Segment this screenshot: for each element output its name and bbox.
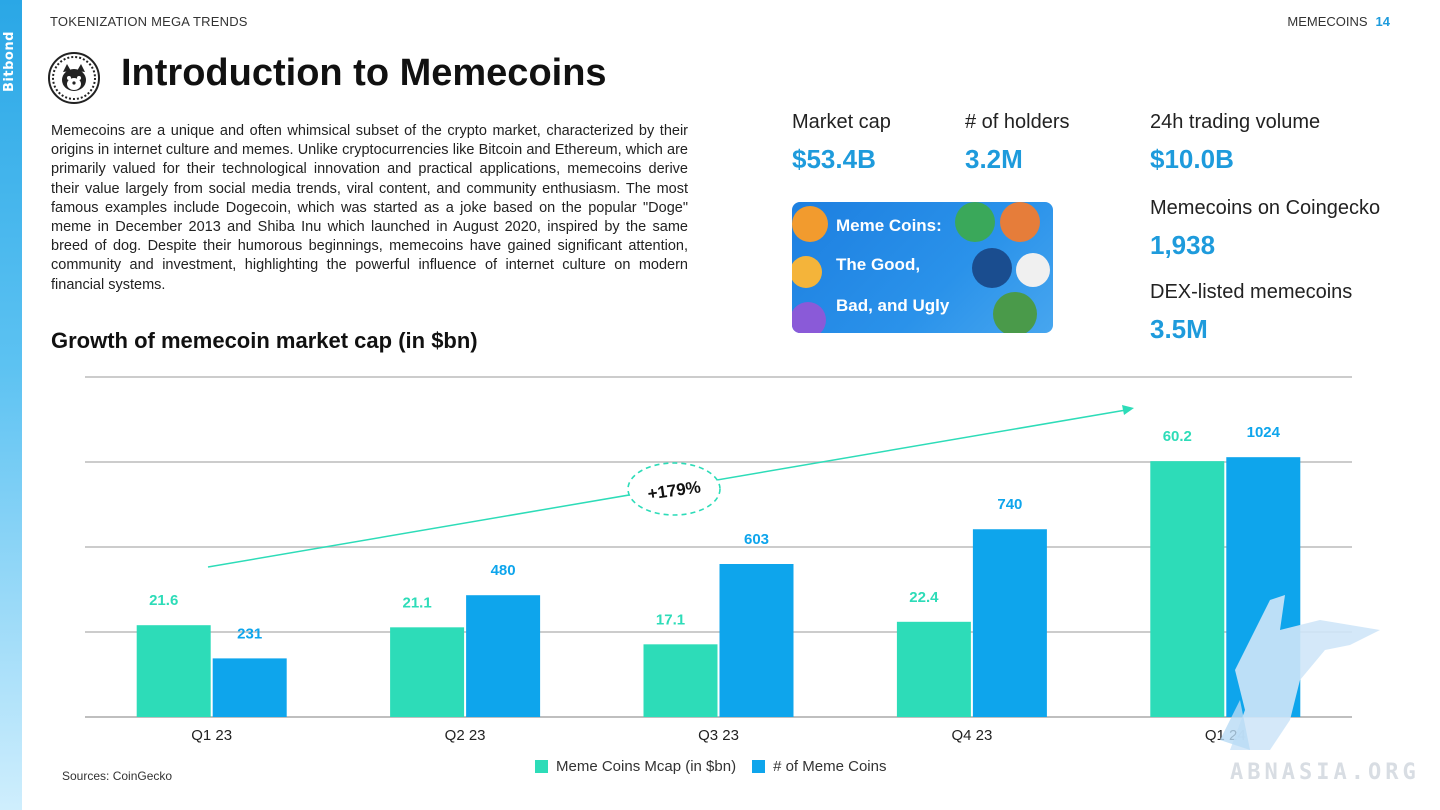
meme-coins-banner-image: Meme Coins: The Good, Bad, and Ugly [792, 202, 1053, 333]
legend-item-count: # of Meme Coins [752, 758, 886, 775]
stat-label: DEX-listed memecoins [1150, 281, 1353, 303]
page-header-right: MEMECOINS 14 [1287, 14, 1390, 29]
x-tick-label: Q2 23 [445, 727, 486, 744]
stat-label: # of holders [965, 111, 1070, 133]
trend-arrowhead [1122, 405, 1134, 415]
stat-trading-volume: 24h trading volume $10.0B [1150, 111, 1320, 175]
data-label-mcap: 22.4 [909, 589, 939, 606]
legend-label: # of Meme Coins [773, 758, 887, 775]
data-label-mcap: 21.6 [149, 592, 178, 609]
stat-label: 24h trading volume [1150, 111, 1321, 133]
data-label-mcap: 60.2 [1163, 428, 1192, 445]
bar-count [212, 658, 287, 717]
stat-value: 3.5M [1150, 314, 1208, 344]
intro-paragraph: Memecoins are a unique and often whimsic… [51, 123, 688, 293]
data-label-count: 231 [237, 625, 262, 642]
page-number: 14 [1375, 14, 1390, 29]
legend-swatch [535, 760, 548, 773]
stat-label: Memecoins on Coingecko [1150, 197, 1381, 219]
memecoin-growth-chart: 21.6 231 Q1 23 21.1 480 Q2 23 17.1 603 Q3 23 22.4… [85, 376, 1352, 744]
chart-legend: Meme Coins Mcap (in $bn) # of Meme Coins [535, 758, 886, 775]
stat-value: 3.2M [965, 144, 1023, 174]
stat-value: $10.0B [1150, 144, 1234, 174]
stat-coingecko: Memecoins on Coingecko 1,938 [1150, 197, 1380, 261]
stat-value: 1,938 [1150, 230, 1216, 260]
wolf-watermark-icon [1220, 595, 1380, 750]
sources-note: Sources: CoinGecko [62, 769, 173, 783]
chart-title: Growth of memecoin market cap (in $bn) [51, 328, 478, 353]
stat-value: $53.4B [792, 144, 876, 174]
shiba-coin-icon [48, 52, 100, 104]
stat-holders: # of holders 3.2M [965, 111, 1070, 175]
bar-mcap [896, 621, 971, 717]
data-label-mcap: 17.1 [656, 611, 685, 628]
stat-label: Market cap [792, 111, 891, 133]
data-label-count: 1024 [1247, 424, 1281, 441]
stat-market-cap: Market cap $53.4B [792, 111, 891, 175]
bar-mcap [136, 625, 211, 717]
data-label-count: 603 [744, 531, 769, 548]
bar-count [972, 529, 1047, 717]
banner-line-1: Meme Coins: [836, 216, 942, 235]
left-brand-stripe: Bitbond [0, 0, 22, 810]
stat-dex-listed: DEX-listed memecoins 3.5M [1150, 281, 1352, 345]
data-label-count: 740 [997, 496, 1022, 513]
watermark-text: ABNASIA.ORG [1230, 760, 1420, 785]
bar-mcap [390, 627, 465, 717]
bar-mcap [643, 644, 718, 717]
x-tick-label: Q1 23 [191, 727, 232, 744]
data-label-count: 480 [491, 562, 516, 579]
bar-count [719, 564, 794, 717]
banner-line-2: The Good, [836, 255, 921, 274]
legend-swatch [752, 760, 766, 773]
section-label: TOKENIZATION MEGA TRENDS [50, 14, 248, 29]
x-tick-label: Q3 23 [698, 727, 739, 744]
page-title: Introduction to Memecoins [121, 52, 607, 94]
x-tick-label: Q4 23 [951, 727, 992, 744]
banner-line-3: Bad, and Ugly [836, 296, 950, 315]
legend-item-mcap: Meme Coins Mcap (in $bn) [535, 758, 736, 775]
legend-label: Meme Coins Mcap (in $bn) [556, 758, 737, 775]
bar-count [466, 595, 541, 717]
chapter-label: MEMECOINS [1287, 14, 1368, 29]
data-label-mcap: 21.1 [402, 594, 431, 611]
brand-logo-text: Bitbond [2, 31, 17, 92]
